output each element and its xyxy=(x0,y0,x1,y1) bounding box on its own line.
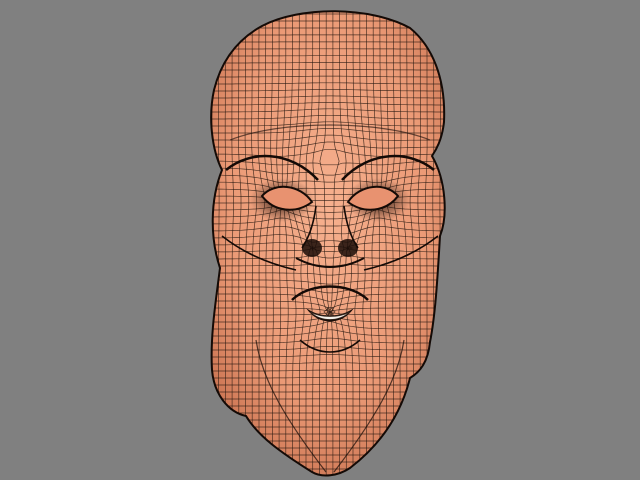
viewport-canvas[interactable] xyxy=(0,0,640,480)
3d-viewport[interactable] xyxy=(0,0,640,480)
